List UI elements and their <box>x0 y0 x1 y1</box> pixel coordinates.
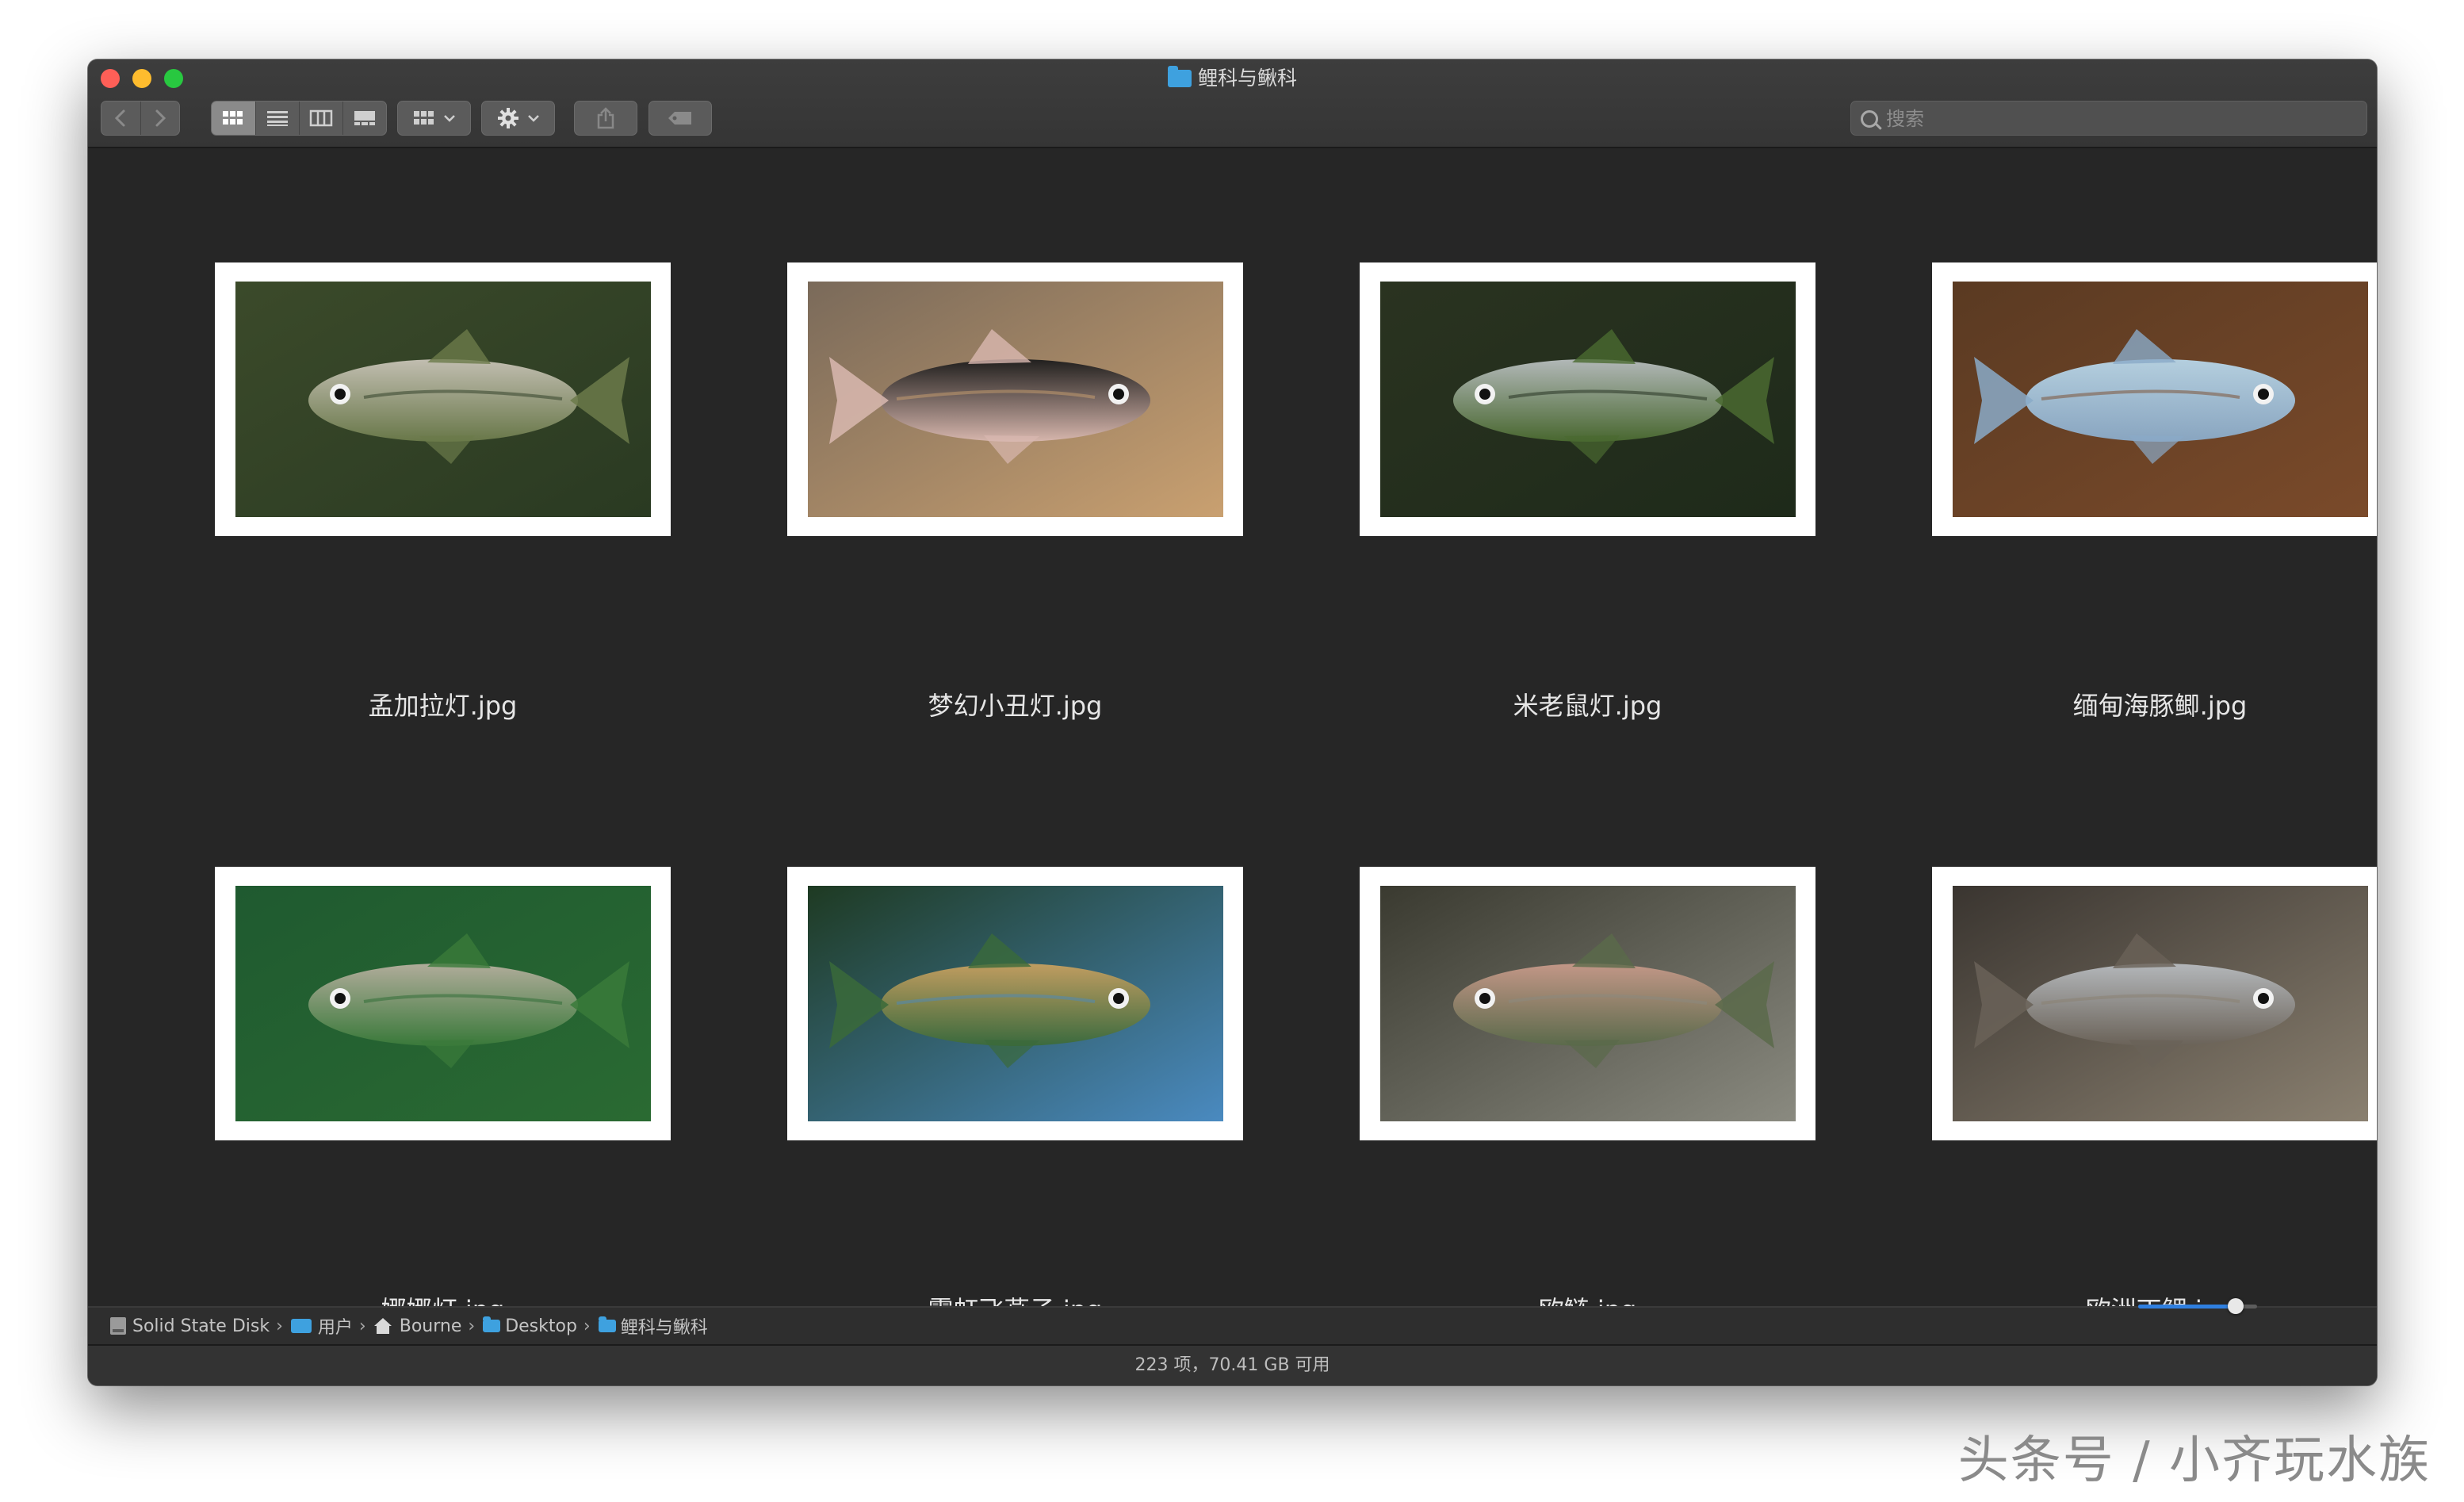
status-bar: 223 项，70.41 GB 可用 <box>88 1346 2377 1385</box>
column-view-button[interactable] <box>298 102 342 135</box>
file-name[interactable]: 缅甸海豚鲫.jpg <box>1932 690 2377 722</box>
path-bar: Solid State Disk › 用户 › Bourne › Desktop… <box>88 1306 2377 1346</box>
file-item[interactable]: 梦幻小丑灯.jpg <box>787 262 1243 721</box>
slider-fill <box>2138 1305 2236 1309</box>
file-thumbnail[interactable] <box>1932 262 2377 536</box>
list-view-icon <box>266 111 288 126</box>
fish-image <box>1953 282 2368 517</box>
search-field[interactable] <box>1850 101 2367 136</box>
file-item[interactable]: 娜娜灯.jpg <box>215 867 671 1325</box>
fish-photo <box>808 886 1223 1121</box>
list-view-button[interactable] <box>254 102 299 135</box>
path-crumb-label: 用户 <box>317 1318 353 1338</box>
share-button[interactable] <box>574 101 637 136</box>
chevron-down-icon <box>443 115 455 122</box>
file-thumbnail[interactable] <box>787 262 1243 536</box>
fish-image <box>808 282 1223 517</box>
path-separator: › <box>583 1316 591 1336</box>
path-crumb-label: Desktop <box>505 1316 577 1336</box>
icon-size-slider[interactable] <box>2138 1298 2257 1314</box>
chevron-down-icon <box>527 115 539 122</box>
file-item[interactable]: 缅甸海豚鲫.jpg <box>1932 262 2377 721</box>
file-name[interactable]: 梦幻小丑灯.jpg <box>787 690 1243 722</box>
path-crumb-home[interactable]: Bourne <box>373 1316 462 1336</box>
path-crumb-users[interactable]: 用户 <box>290 1313 353 1339</box>
action-button[interactable] <box>481 101 555 136</box>
gear-icon <box>497 108 518 128</box>
file-thumbnail[interactable] <box>1360 867 1815 1140</box>
fish-photo <box>808 282 1223 517</box>
fish-photo <box>1953 886 2368 1121</box>
window-title-text: 鲤科与鳅科 <box>1197 67 1297 90</box>
gallery-view-button[interactable] <box>342 102 386 135</box>
chevron-right-icon <box>155 109 166 127</box>
fish-photo <box>235 886 651 1121</box>
fish-photo <box>1380 282 1796 517</box>
path-separator: › <box>276 1316 283 1336</box>
status-text: 223 项，70.41 GB 可用 <box>1134 1355 1330 1375</box>
chevron-left-icon <box>115 109 125 127</box>
folder-icon <box>1167 66 1192 87</box>
fish-image <box>235 886 651 1121</box>
hard-disk-icon <box>110 1317 126 1335</box>
finder-window: 鲤科与鳅科 搜索 孟加拉灯.jpg 梦幻小丑灯.jpg 米老鼠灯.jpg 缅甸海… <box>88 59 2377 1385</box>
view-mode-control <box>211 101 387 136</box>
path-separator: › <box>468 1316 476 1336</box>
column-view-icon <box>309 109 333 127</box>
slider-knob[interactable] <box>2228 1298 2244 1314</box>
file-thumbnail[interactable] <box>1360 262 1815 536</box>
file-item[interactable]: 米老鼠灯.jpg <box>1360 262 1815 721</box>
fish-image <box>808 886 1223 1121</box>
fish-image <box>1380 282 1796 517</box>
grid-icon <box>413 111 434 125</box>
fish-photo <box>235 282 651 517</box>
file-item[interactable]: 欧洲丁鲤.jpg <box>1932 867 2377 1325</box>
path-separator: › <box>358 1316 366 1336</box>
home-icon <box>373 1318 392 1334</box>
fish-image <box>1380 886 1796 1121</box>
icon-view-button[interactable] <box>212 102 255 135</box>
path-crumb-desktop[interactable]: Desktop <box>483 1316 577 1336</box>
nav-buttons <box>101 101 180 136</box>
file-item[interactable]: 霓虹飞燕子.jpg <box>787 867 1243 1325</box>
file-grid: 孟加拉灯.jpg 梦幻小丑灯.jpg 米老鼠灯.jpg 缅甸海豚鲫.jpg 娜娜灯.jp… <box>88 148 2377 1366</box>
folder-icon <box>598 1316 616 1332</box>
file-thumbnail[interactable] <box>787 867 1243 1140</box>
path-crumb-label: Bourne <box>399 1316 462 1336</box>
path-crumb-current-folder[interactable]: 鲤科与鳅科 <box>598 1313 708 1339</box>
forward-button[interactable] <box>141 102 180 135</box>
file-item[interactable]: 孟加拉灯.jpg <box>215 262 671 721</box>
file-thumbnail[interactable] <box>215 262 671 536</box>
window-title: 鲤科与鳅科 <box>88 64 2377 93</box>
titlebar: 鲤科与鳅科 <box>88 59 2377 148</box>
users-folder-icon <box>290 1319 312 1333</box>
file-item[interactable]: 欧鲢.jpg <box>1360 867 1815 1325</box>
path-crumb-disk[interactable]: Solid State Disk <box>110 1316 270 1336</box>
search-icon <box>1861 110 1878 128</box>
path-crumb-label: 鲤科与鳅科 <box>620 1318 708 1338</box>
share-icon <box>597 107 614 129</box>
file-name[interactable]: 孟加拉灯.jpg <box>215 690 671 722</box>
fish-photo <box>1953 282 2368 517</box>
fish-image <box>1953 886 2368 1121</box>
path-crumb-label: Solid State Disk <box>132 1316 270 1336</box>
file-thumbnail[interactable] <box>215 867 671 1140</box>
group-by-button[interactable] <box>397 101 471 136</box>
gallery-view-icon <box>354 111 375 125</box>
folder-icon <box>483 1316 501 1332</box>
fish-image <box>235 282 651 517</box>
file-thumbnail[interactable] <box>1932 867 2377 1140</box>
fish-photo <box>1380 886 1796 1121</box>
watermark: 头条号 / 小齐玩水族 <box>1957 1431 2431 1490</box>
tags-button[interactable] <box>649 101 712 136</box>
tag-icon <box>668 112 691 125</box>
icon-view-icon <box>223 111 243 125</box>
search-input[interactable] <box>1884 102 2355 136</box>
file-name[interactable]: 米老鼠灯.jpg <box>1360 690 1815 722</box>
back-button[interactable] <box>101 102 141 135</box>
